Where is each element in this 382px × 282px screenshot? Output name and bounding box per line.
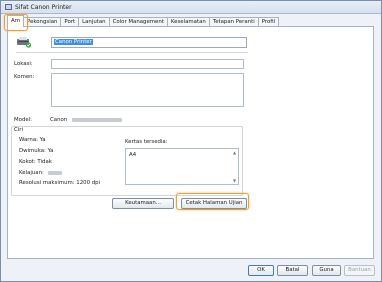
cancel-button[interactable]: Batal bbox=[277, 265, 308, 276]
tab-general[interactable]: Am bbox=[7, 15, 24, 27]
paper-listbox[interactable]: A4 ▲ ▼ bbox=[125, 148, 239, 185]
location-field[interactable] bbox=[51, 59, 244, 69]
resolution-feature: Resolusi maksimum: 1200 dpi bbox=[19, 180, 101, 186]
model-brand: Canon bbox=[50, 117, 68, 123]
model-redacted bbox=[71, 117, 122, 122]
help-button[interactable]: Bantuan bbox=[344, 265, 375, 276]
model-label: Model: bbox=[14, 117, 33, 123]
staple-feature: Kokot: Tidak bbox=[19, 159, 52, 165]
preferences-button[interactable]: Keutamaan... bbox=[112, 198, 174, 209]
general-tab-panel: Canon Printer Lokasi: Komen: Model: Cano… bbox=[7, 26, 374, 259]
paper-available-label: Kertas tersedia: bbox=[125, 139, 168, 145]
apply-button[interactable]: Guna bbox=[312, 265, 341, 276]
location-label: Lokasi: bbox=[14, 61, 33, 67]
speed-redacted bbox=[47, 170, 62, 175]
speed-label: Kelajuan: bbox=[19, 170, 44, 176]
speed-feature: Kelajuan: bbox=[19, 170, 62, 176]
divider bbox=[16, 52, 248, 53]
window-title: Sifat Canon Printer bbox=[15, 3, 72, 11]
comment-field[interactable] bbox=[51, 73, 244, 107]
printer-name-field[interactable]: Canon Printer bbox=[51, 37, 247, 48]
printer-icon bbox=[17, 37, 32, 48]
printer-name-value: Canon Printer bbox=[54, 39, 93, 45]
ok-button[interactable]: OK bbox=[248, 265, 274, 276]
features-group-title: Ciri bbox=[14, 127, 23, 133]
scroll-up-icon[interactable]: ▲ bbox=[232, 150, 237, 155]
duplex-feature: Dwimuka: Ya bbox=[19, 148, 54, 154]
paper-item[interactable]: A4 bbox=[129, 152, 136, 158]
title-bar: Sifat Canon Printer bbox=[1, 1, 381, 14]
comment-label: Komen: bbox=[14, 74, 35, 80]
printer-properties-window: Sifat Canon Printer Am Pekongsian Port L… bbox=[0, 0, 382, 282]
print-test-page-button[interactable]: Cetak Halaman Ujian bbox=[181, 198, 247, 209]
model-value: Canon bbox=[50, 117, 122, 123]
color-feature: Warna: Ya bbox=[19, 137, 46, 143]
scroll-down-icon[interactable]: ▼ bbox=[232, 178, 237, 183]
printer-window-icon bbox=[5, 4, 12, 10]
